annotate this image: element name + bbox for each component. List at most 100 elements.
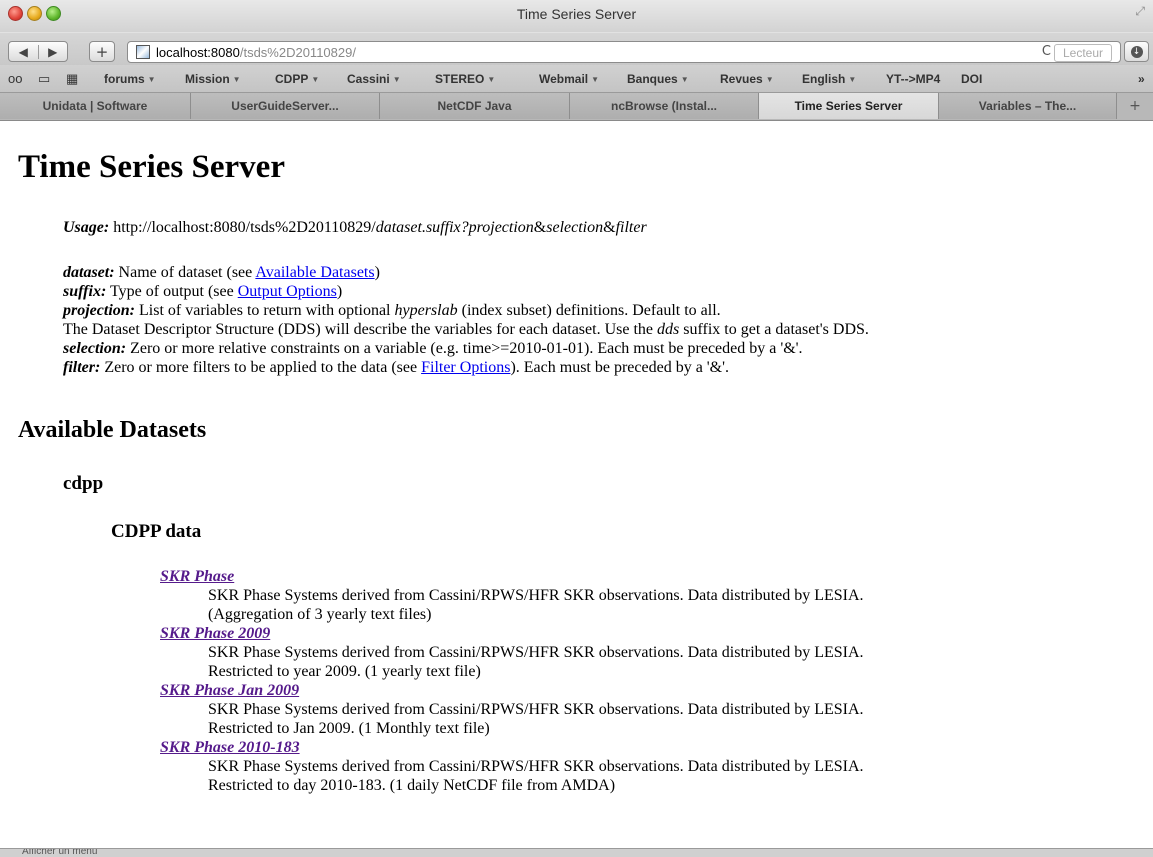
title-bar: Time Series Server ⤢ bbox=[0, 0, 1153, 32]
bookmark-item[interactable]: STEREO ▼ bbox=[435, 72, 495, 86]
selection-label: selection: bbox=[63, 340, 127, 357]
bookmark-label: DOI bbox=[961, 72, 983, 86]
bookmark-item[interactable]: YT-->MP4 bbox=[886, 72, 940, 86]
selection-definition: selection: Zero or more relative constra… bbox=[63, 339, 869, 358]
dataset-description: SKR Phase Systems derived from Cassini/R… bbox=[208, 701, 864, 718]
bookmark-item[interactable]: Banques ▼ bbox=[627, 72, 689, 86]
dataset-list: SKR Phase SKR Phase Systems derived from… bbox=[160, 567, 864, 795]
bookmark-item[interactable]: Webmail ▼ bbox=[539, 72, 599, 86]
projection-text-end: (index subset) definitions. Default to a… bbox=[457, 302, 721, 319]
dataset-group-title: CDPP data bbox=[111, 521, 202, 542]
bookmark-item[interactable]: Mission ▼ bbox=[185, 72, 241, 86]
status-bar: Afficher un menu bbox=[0, 848, 1153, 857]
dataset-link[interactable]: SKR Phase bbox=[160, 568, 234, 585]
status-text: Afficher un menu bbox=[22, 848, 98, 857]
dataset-group-name: cdpp bbox=[63, 473, 104, 494]
tab-variables[interactable]: Variables – The... bbox=[939, 93, 1117, 119]
bookmark-label: Webmail bbox=[539, 72, 589, 86]
list-item: SKR Phase 2009 SKR Phase Systems derived… bbox=[160, 624, 864, 681]
filter-options-link[interactable]: Filter Options bbox=[421, 359, 510, 376]
browser-window: Time Series Server ⤢ ◀ ▶ + localhost:808… bbox=[0, 0, 1153, 857]
tab-netcdf-java[interactable]: NetCDF Java bbox=[380, 93, 570, 119]
bookmark-label: YT-->MP4 bbox=[886, 72, 941, 86]
bookmark-item[interactable]: forums ▼ bbox=[104, 72, 156, 86]
bookmark-label: forums bbox=[104, 72, 145, 86]
chevron-down-icon: ▼ bbox=[591, 75, 600, 84]
bookmark-item[interactable]: Cassini ▼ bbox=[347, 72, 401, 86]
tab-userguide[interactable]: UserGuideServer... bbox=[191, 93, 380, 119]
forward-button[interactable]: ▶ bbox=[37, 44, 68, 59]
usage-url: http://localhost:8080/tsds%2D20110829/ bbox=[113, 219, 376, 236]
list-item: SKR Phase 2010-183 SKR Phase Systems der… bbox=[160, 738, 864, 795]
chevron-down-icon: ▼ bbox=[147, 75, 156, 84]
projection-definition: projection: List of variables to return … bbox=[63, 301, 869, 320]
filter-text-end: ). Each must be preceded by a '&'. bbox=[510, 359, 730, 376]
suffix-text-end: ) bbox=[336, 283, 343, 300]
bookmark-item[interactable]: Revues ▼ bbox=[720, 72, 774, 86]
bookmarks-overflow-icon[interactable]: » bbox=[1138, 72, 1145, 86]
back-forward-buttons: ◀ ▶ bbox=[8, 41, 68, 62]
back-button[interactable]: ◀ bbox=[9, 45, 38, 59]
suffix-text: Type of output (see bbox=[109, 283, 238, 300]
chevron-down-icon: ▼ bbox=[311, 75, 320, 84]
url-host: localhost:8080 bbox=[156, 45, 240, 60]
usage-label: Usage: bbox=[63, 219, 110, 236]
top-sites-grid-icon[interactable]: ▦ bbox=[66, 71, 78, 87]
page-title: Time Series Server bbox=[18, 149, 285, 185]
usage-selection: selection bbox=[546, 219, 604, 236]
reading-list-icon[interactable]: oo bbox=[8, 71, 22, 86]
dataset-link[interactable]: SKR Phase 2010-183 bbox=[160, 739, 300, 756]
list-item: SKR Phase SKR Phase Systems derived from… bbox=[160, 567, 864, 624]
tab-ncbrowse[interactable]: ncBrowse (Instal... bbox=[570, 93, 759, 119]
chevron-down-icon: ▼ bbox=[392, 75, 401, 84]
new-tab-button[interactable]: + bbox=[1117, 93, 1153, 119]
bookmark-item[interactable]: CDPP ▼ bbox=[275, 72, 319, 86]
address-bar[interactable]: localhost:8080/tsds%2D20110829/ C Lecteu… bbox=[127, 41, 1121, 63]
bookmark-label: Cassini bbox=[347, 72, 390, 86]
chevron-down-icon: ▼ bbox=[232, 75, 241, 84]
tab-time-series-server[interactable]: Time Series Server bbox=[759, 93, 939, 119]
usage-line: Usage: http://localhost:8080/tsds%2D2011… bbox=[63, 219, 647, 237]
bookmark-label: Revues bbox=[720, 72, 763, 86]
reader-button[interactable]: Lecteur bbox=[1053, 44, 1112, 62]
filter-label: filter: bbox=[63, 359, 101, 376]
add-bookmark-button[interactable]: + bbox=[89, 41, 115, 62]
downloads-button[interactable]: ↓ bbox=[1124, 41, 1149, 62]
dds-text: The Dataset Descriptor Structure (DDS) w… bbox=[63, 321, 657, 338]
bookmarks-bar: oo ▭ ▦ forums ▼ Mission ▼ CDPP ▼ Cassini ▼ S… bbox=[0, 65, 1153, 93]
hyperslab-term: hyperslab bbox=[394, 302, 458, 319]
suffix-label: suffix: bbox=[63, 283, 107, 300]
dataset-description: SKR Phase Systems derived from Cassini/R… bbox=[208, 758, 864, 775]
usage-amp: & bbox=[603, 219, 616, 236]
reload-icon[interactable]: C bbox=[1042, 44, 1051, 59]
dataset-description-detail: Restricted to Jan 2009. (1 Monthly text … bbox=[208, 720, 490, 737]
bookmark-item[interactable]: English ▼ bbox=[802, 72, 856, 86]
filter-definition: filter: Zero or more filters to be appli… bbox=[63, 358, 869, 377]
bookmark-item[interactable]: DOI bbox=[961, 72, 982, 86]
dds-note: The Dataset Descriptor Structure (DDS) w… bbox=[63, 320, 869, 339]
bookmark-label: STEREO bbox=[435, 72, 485, 86]
bookmark-label: Mission bbox=[185, 72, 230, 86]
tab-bar: Unidata | Software UserGuideServer... Ne… bbox=[0, 93, 1153, 121]
url-text[interactable]: localhost:8080/tsds%2D20110829/ bbox=[156, 45, 356, 60]
dataset-definition: dataset: Name of dataset (see Available … bbox=[63, 263, 869, 282]
dataset-description-detail: (Aggregation of 3 yearly text files) bbox=[208, 606, 432, 623]
toolbar: ◀ ▶ + localhost:8080/tsds%2D20110829/ C … bbox=[0, 32, 1153, 66]
dataset-text-end: ) bbox=[374, 264, 380, 281]
available-datasets-link[interactable]: Available Datasets bbox=[255, 264, 374, 281]
output-options-link[interactable]: Output Options bbox=[238, 283, 337, 300]
dataset-link[interactable]: SKR Phase Jan 2009 bbox=[160, 682, 299, 699]
fullscreen-icon[interactable]: ⤢ bbox=[1135, 4, 1145, 19]
site-favicon-icon bbox=[136, 45, 150, 59]
chevron-down-icon: ▼ bbox=[487, 75, 496, 84]
dataset-label: dataset: bbox=[63, 264, 115, 281]
tab-unidata[interactable]: Unidata | Software bbox=[0, 93, 191, 119]
bookmarks-book-icon[interactable]: ▭ bbox=[38, 71, 50, 87]
bookmark-label: CDPP bbox=[275, 72, 309, 86]
bookmark-label: English bbox=[802, 72, 846, 86]
filter-text: Zero or more filters to be applied to th… bbox=[104, 359, 422, 376]
usage-dataset-suffix: dataset.suffix bbox=[375, 219, 461, 236]
usage-filter: filter bbox=[615, 219, 647, 236]
bookmark-label: Banques bbox=[627, 72, 678, 86]
dataset-link[interactable]: SKR Phase 2009 bbox=[160, 625, 270, 642]
